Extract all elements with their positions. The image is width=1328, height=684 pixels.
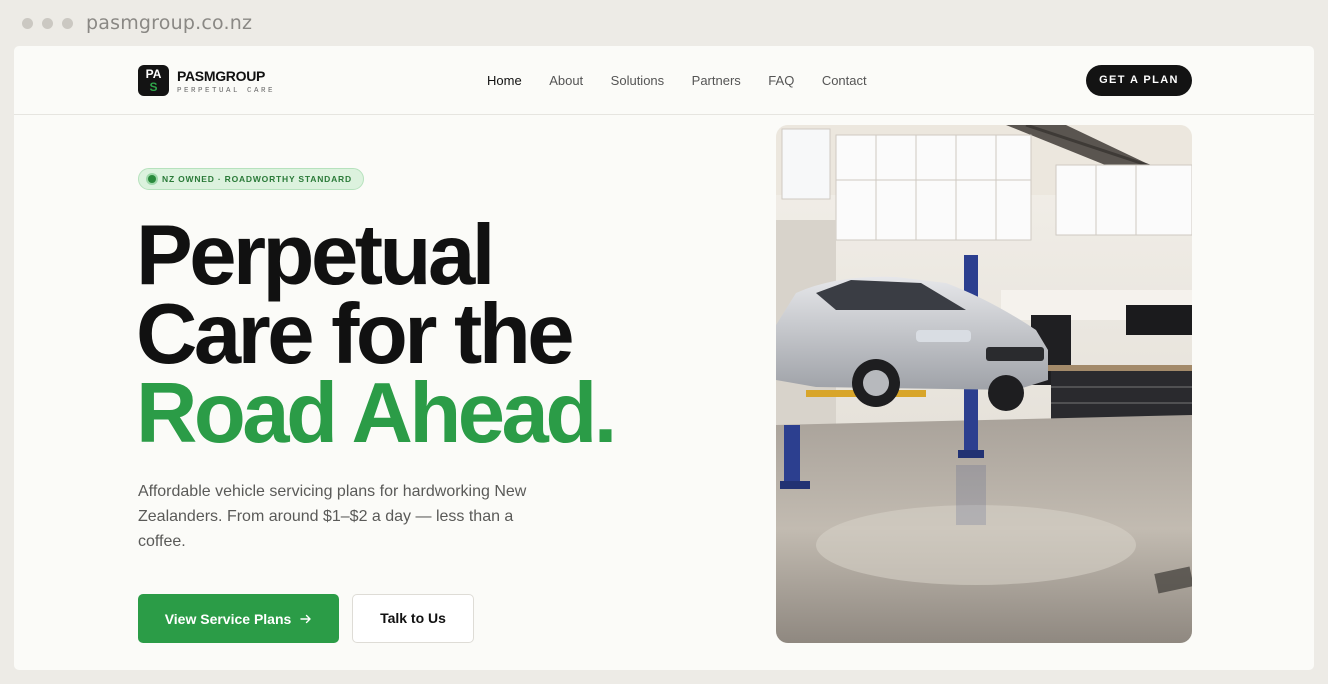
nav-link-contact[interactable]: Contact [822, 73, 867, 88]
main-nav: Home About Solutions Partners FAQ Contac… [487, 73, 894, 88]
garage-hero-image [776, 125, 1192, 643]
headline-line-1: Perpetual [136, 208, 495, 303]
nav-link-about[interactable]: About [549, 73, 583, 88]
nav-link-solutions[interactable]: Solutions [611, 73, 664, 88]
window-close-dot[interactable] [22, 18, 33, 29]
nav-link-home[interactable]: Home [487, 73, 522, 88]
site-header: PA S PASMGROUP PERPETUAL CARE Home About… [14, 46, 1314, 115]
headline-line-3: Road Ahead. [136, 366, 617, 461]
garage-illustration [776, 125, 1192, 643]
nav-link-faq[interactable]: FAQ [768, 73, 794, 88]
browser-chrome: pasmgroup.co.nz [0, 0, 1328, 46]
hero-subtitle: Affordable vehicle servicing plans for h… [138, 483, 527, 550]
nav-link-partners[interactable]: Partners [692, 73, 741, 88]
address-bar-url[interactable]: pasmgroup.co.nz [86, 12, 252, 34]
arrow-right-icon [300, 614, 311, 623]
window-maximize-dot[interactable] [62, 18, 73, 29]
talk-to-us-button[interactable]: Talk to Us [352, 594, 474, 643]
window-minimize-dot[interactable] [42, 18, 53, 29]
web-page: PA S PASMGROUP PERPETUAL CARE Home About… [14, 46, 1314, 670]
view-service-plans-label: View Service Plans [164, 610, 292, 627]
brand-tagline: PERPETUAL CARE [177, 87, 276, 95]
logo-letters-bottom: S [149, 80, 158, 94]
headline-line-2: Care for the [136, 287, 575, 382]
get-a-plan-button[interactable]: GET A PLAN [1086, 65, 1192, 96]
hero-badge: NZ OWNED · ROADWORTHY STANDARD [138, 168, 364, 190]
status-dot-icon [148, 175, 156, 183]
brand-name[interactable]: PASMGROUP [177, 68, 265, 84]
badge-label: NZ OWNED · ROADWORTHY STANDARD [162, 174, 352, 184]
view-service-plans-button[interactable]: View Service Plans [138, 594, 339, 643]
logo-letters-top: PA [145, 67, 162, 81]
hero-headline: Perpetual Care for the Road Ahead. [136, 208, 617, 461]
brand-logo[interactable]: PA S [138, 65, 169, 96]
